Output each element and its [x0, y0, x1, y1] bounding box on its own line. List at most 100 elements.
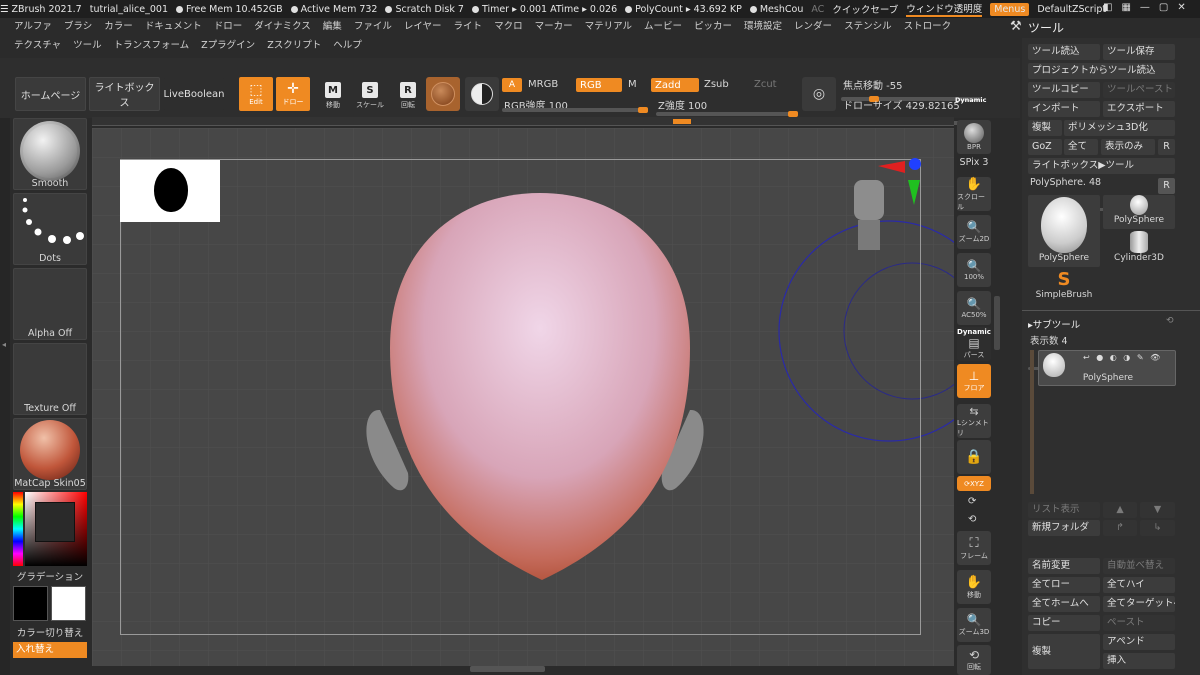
menu-item[interactable]: ステンシル [838, 18, 898, 36]
draw-button[interactable]: ✛ ドロー [276, 77, 310, 111]
arrow-right-down-button[interactable]: ↳ [1140, 520, 1175, 536]
menu-item[interactable]: Zスクリプト [261, 37, 327, 55]
rotate-button[interactable]: R 回転 [393, 79, 423, 113]
menu-item[interactable]: マクロ [488, 18, 529, 36]
all-low-button[interactable]: 全てロー [1028, 577, 1100, 593]
liveboolean-button[interactable]: LiveBoolean [163, 77, 225, 111]
menu-item[interactable]: カラー [98, 18, 139, 36]
navigator-thumbnail[interactable] [120, 160, 220, 222]
menu-item[interactable]: ドロー [208, 18, 249, 36]
color-picker[interactable] [13, 492, 87, 566]
menu-item[interactable]: ダイナミクス [248, 18, 317, 36]
tool-thumb-main[interactable]: PolySphere [1028, 195, 1100, 267]
zoom3d-button[interactable]: 🔍 ズーム3D [957, 608, 991, 642]
scroll-button[interactable]: ✋ スクロール [957, 177, 991, 211]
load-tool-button[interactable]: ツール読込 [1028, 44, 1100, 60]
lightbox-button[interactable]: ライトボックス [89, 77, 160, 111]
all-high-button[interactable]: 全てハイ [1103, 577, 1175, 593]
subtool-pin-icon[interactable]: ⟲ [1166, 316, 1174, 326]
local-symmetry-button[interactable]: ⇆ Lシンメトリ [957, 404, 991, 438]
homepage-button[interactable]: ホームページ [15, 77, 86, 111]
subtool-scrollbar[interactable] [1030, 350, 1034, 494]
menu-item[interactable]: 環境設定 [738, 18, 788, 36]
export-button[interactable]: エクスポート [1103, 101, 1175, 117]
autosort-button[interactable]: 自動並べ替え [1103, 558, 1175, 574]
dynamic-toggle[interactable]: Dynamic [955, 96, 987, 104]
y-rotate-icon[interactable]: ⟳ [968, 496, 976, 507]
menu-item[interactable]: ライト [448, 18, 489, 36]
menus-button[interactable]: Menus [990, 2, 1030, 16]
menu-item[interactable]: ドキュメント [139, 18, 208, 36]
m-toggle[interactable]: M [628, 79, 637, 90]
copy-subtool-button[interactable]: コピー [1028, 615, 1100, 631]
rgb-toggle[interactable]: RGB [576, 78, 622, 92]
window-transparency-slider[interactable]: ウィンドウ透明度 [906, 1, 983, 17]
rgb-intensity-slider[interactable] [502, 107, 648, 113]
duplicate-button[interactable]: 複製 [1028, 634, 1100, 669]
menu-item[interactable]: ヘルプ [327, 37, 368, 55]
hue-strip[interactable] [13, 492, 23, 566]
paste-tool-button[interactable]: ツールペースト [1103, 82, 1175, 98]
save-tool-button[interactable]: ツール保存 [1103, 44, 1175, 60]
zsub-toggle[interactable]: Zsub [704, 79, 729, 90]
tool-panel-title[interactable]: ツール [1028, 19, 1064, 36]
menu-item[interactable]: ブラシ [58, 18, 98, 36]
zoom100-button[interactable]: 🔍 100% [957, 253, 991, 287]
swap-colors-button[interactable]: 入れ替え [13, 642, 87, 658]
zoom2d-button[interactable]: 🔍 ズーム2D [957, 215, 991, 249]
lightbox-tools-button[interactable]: ライトボックス▶ツール [1028, 158, 1175, 174]
menu-item[interactable]: アルファ [8, 18, 58, 36]
left-tray-collapse[interactable]: ◂ [0, 118, 10, 675]
color-switch-button[interactable] [465, 77, 499, 111]
close-icon[interactable]: ✕ [1177, 2, 1185, 13]
goz-button[interactable]: GoZ [1028, 139, 1062, 155]
zadd-toggle[interactable]: Zadd [651, 78, 699, 92]
list-view-button[interactable]: リスト表示 [1028, 502, 1100, 518]
main-color-swatch[interactable] [13, 586, 48, 621]
menu-item[interactable]: Zプラグイン [195, 37, 261, 55]
menu-item[interactable]: レンダー [788, 18, 838, 36]
frame-button[interactable]: ⛶ フレーム [957, 531, 991, 565]
menu-item[interactable]: 編集 [317, 18, 348, 36]
move-down-button[interactable]: ▼ [1140, 502, 1175, 518]
make-polymesh-button[interactable]: ポリメッシュ3D化 [1064, 120, 1175, 136]
xyz-button[interactable]: ⟳ XYZ [957, 476, 991, 491]
z-intensity-slider[interactable] [656, 111, 798, 117]
menu-item[interactable]: レイヤー [398, 18, 448, 36]
palette-icon[interactable]: ◧ [1103, 2, 1112, 13]
goz-r-button[interactable]: R [1158, 139, 1175, 155]
quicksave-button[interactable]: クイックセーブ [832, 2, 898, 16]
zcut-toggle[interactable]: Zcut [754, 79, 777, 90]
menu-item[interactable]: ファイル [348, 18, 398, 36]
subtool-visibility-icons[interactable]: ↩ ● ◐ ◑ ✎ 👁 [1083, 353, 1162, 362]
axis-gizmo[interactable] [850, 155, 930, 255]
z-rotate-icon[interactable]: ⟲ [968, 514, 976, 525]
move-view-button[interactable]: ✋ 移動 [957, 570, 991, 604]
menu-item[interactable]: ストローク [898, 18, 958, 36]
floor-button[interactable]: ⊥ フロア [957, 364, 991, 398]
tool-r-button[interactable]: R [1158, 178, 1175, 194]
move-button[interactable]: M 移動 [318, 79, 348, 113]
menu-item[interactable]: マテリアル [579, 18, 638, 36]
clone-button[interactable]: 複製 [1028, 120, 1062, 136]
all-target-button[interactable]: 全てターゲットへ [1103, 596, 1175, 612]
ac50-button[interactable]: 🔍 AC50% [957, 291, 991, 325]
secondary-color-swatch[interactable] [51, 586, 86, 621]
right-tray-divider[interactable] [994, 296, 1000, 350]
all-home-button[interactable]: 全てホームへ [1028, 596, 1100, 612]
layout-icon[interactable]: ▦ [1121, 2, 1130, 13]
menu-item[interactable]: テクスチャ [8, 37, 67, 55]
tool-thumb-simplebrush[interactable]: S SimpleBrush [1028, 270, 1100, 304]
menu-item[interactable]: ツール [67, 37, 108, 55]
lock-button[interactable]: 🔒 [957, 440, 991, 474]
import-button[interactable]: インポート [1028, 101, 1100, 117]
menu-item[interactable]: ムービー [638, 18, 688, 36]
subtool-item-polysphere[interactable]: ↩ ● ◐ ◑ ✎ 👁 PolySphere [1038, 350, 1176, 386]
minimize-icon[interactable]: — [1140, 2, 1150, 13]
scroll-indicator[interactable] [673, 119, 691, 124]
menu-item[interactable]: トランスフォーム [108, 37, 196, 55]
material-sphere-button[interactable] [426, 77, 460, 111]
mrgb-toggle[interactable]: MRGB [528, 79, 558, 90]
goz-all-button[interactable]: 全て [1064, 139, 1098, 155]
arrow-right-up-button[interactable]: ↱ [1103, 520, 1137, 536]
